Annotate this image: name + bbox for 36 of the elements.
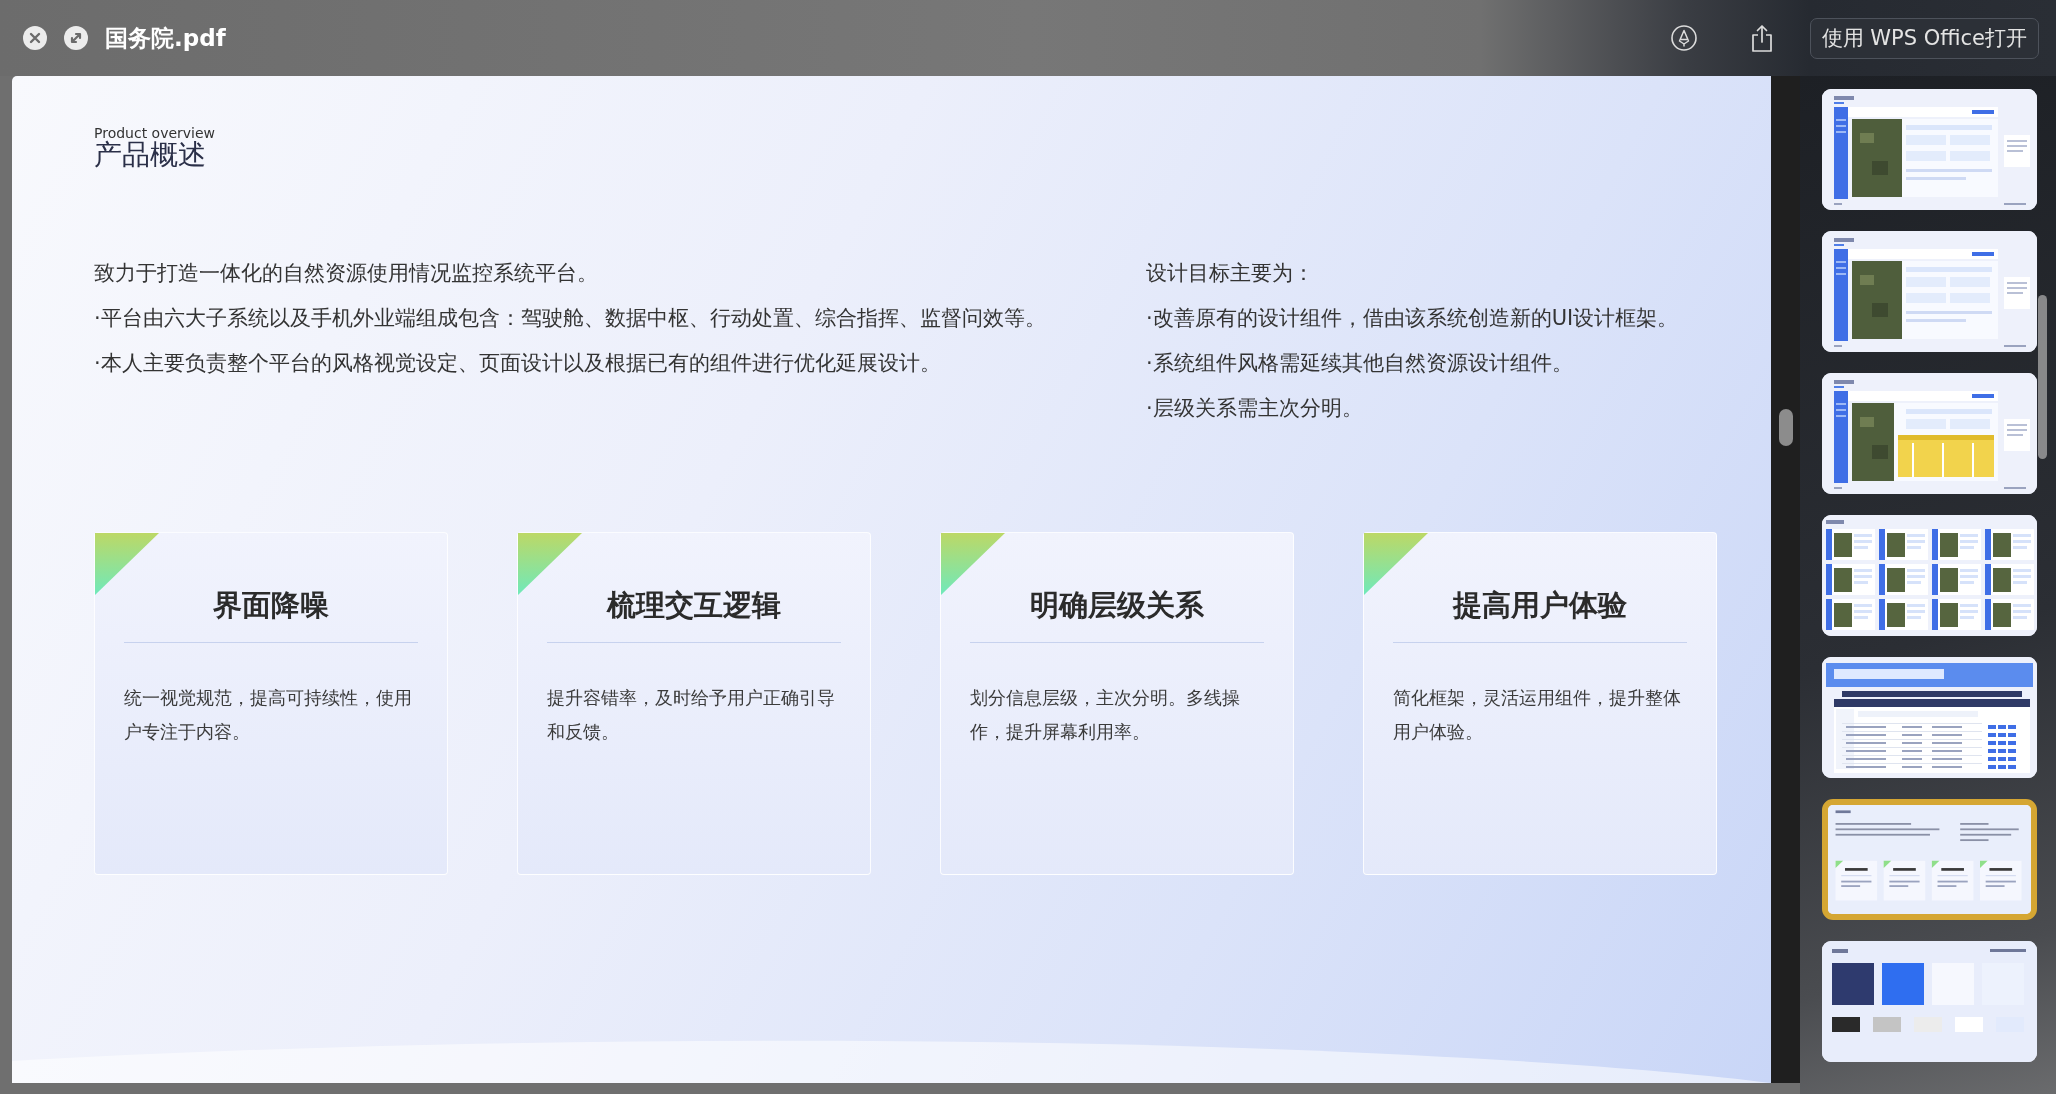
card-title: 梳理交互逻辑 bbox=[607, 587, 781, 623]
page-thumbnail[interactable] bbox=[1822, 89, 2037, 210]
corner-accent-icon bbox=[95, 533, 159, 595]
page-thumbnail[interactable] bbox=[1822, 941, 2037, 1062]
goal-text: 设计目标主要为： bbox=[1146, 260, 1314, 287]
expand-icon[interactable] bbox=[64, 26, 88, 50]
open-with-button[interactable]: 使用 WPS Office打开 bbox=[1809, 17, 2039, 59]
intro-text: ·平台由六大子系统以及手机外业端组成包含：驾驶舱、数据中枢、行动处置、综合指挥、监督问效等。 bbox=[94, 305, 1046, 332]
goal-text: ·改善原有的设计组件，借由该系统创造新的UI设计框架。 bbox=[1146, 305, 1679, 332]
card-text: 提升容错率，及时给予用户正确引导和反馈。 bbox=[547, 686, 836, 744]
scrollbar-thumb[interactable] bbox=[2038, 295, 2047, 459]
page-thumbnail[interactable] bbox=[1822, 231, 2037, 352]
corner-accent-icon bbox=[1364, 533, 1428, 595]
page-thumbnail[interactable] bbox=[1822, 657, 2037, 778]
goal-text: ·层级关系需主次分明。 bbox=[1146, 395, 1363, 422]
page-thumbnail[interactable] bbox=[1822, 799, 2037, 920]
goal-text: ·系统组件风格需延续其他自然资源设计组件。 bbox=[1146, 350, 1573, 377]
corner-accent-icon bbox=[518, 533, 582, 595]
page-thumbnail[interactable] bbox=[1822, 373, 2037, 494]
share-icon[interactable] bbox=[1749, 24, 1774, 52]
intro-text: ·本人主要负责整个平台的风格视觉设定、页面设计以及根据已有的组件进行优化延展设计。 bbox=[94, 350, 941, 377]
close-icon[interactable] bbox=[23, 26, 47, 50]
pen-nib-icon[interactable] bbox=[1670, 25, 1697, 51]
window-title: 国务院.pdf bbox=[105, 23, 226, 53]
card-text: 划分信息层级，主次分明。多线操作，提升屏幕利用率。 bbox=[970, 686, 1241, 744]
corner-accent-icon bbox=[941, 533, 1005, 595]
scrollbar-thumb[interactable] bbox=[1778, 409, 1793, 446]
section-eyebrow: Product overview bbox=[94, 126, 216, 140]
card-text: 简化框架，灵活运用组件，提升整体用户体验。 bbox=[1393, 686, 1682, 744]
card-title: 界面降噪 bbox=[213, 587, 329, 623]
card-title: 明确层级关系 bbox=[1030, 587, 1204, 623]
card-title: 提高用户体验 bbox=[1453, 587, 1627, 623]
section-heading: 产品概述 bbox=[94, 140, 206, 170]
page-thumbnail[interactable] bbox=[1822, 515, 2037, 636]
card-text: 统一视觉规范，提高可持续性，使用户专注于内容。 bbox=[124, 686, 413, 744]
intro-text: 致力于打造一体化的自然资源使用情况监控系统平台。 bbox=[94, 260, 598, 287]
